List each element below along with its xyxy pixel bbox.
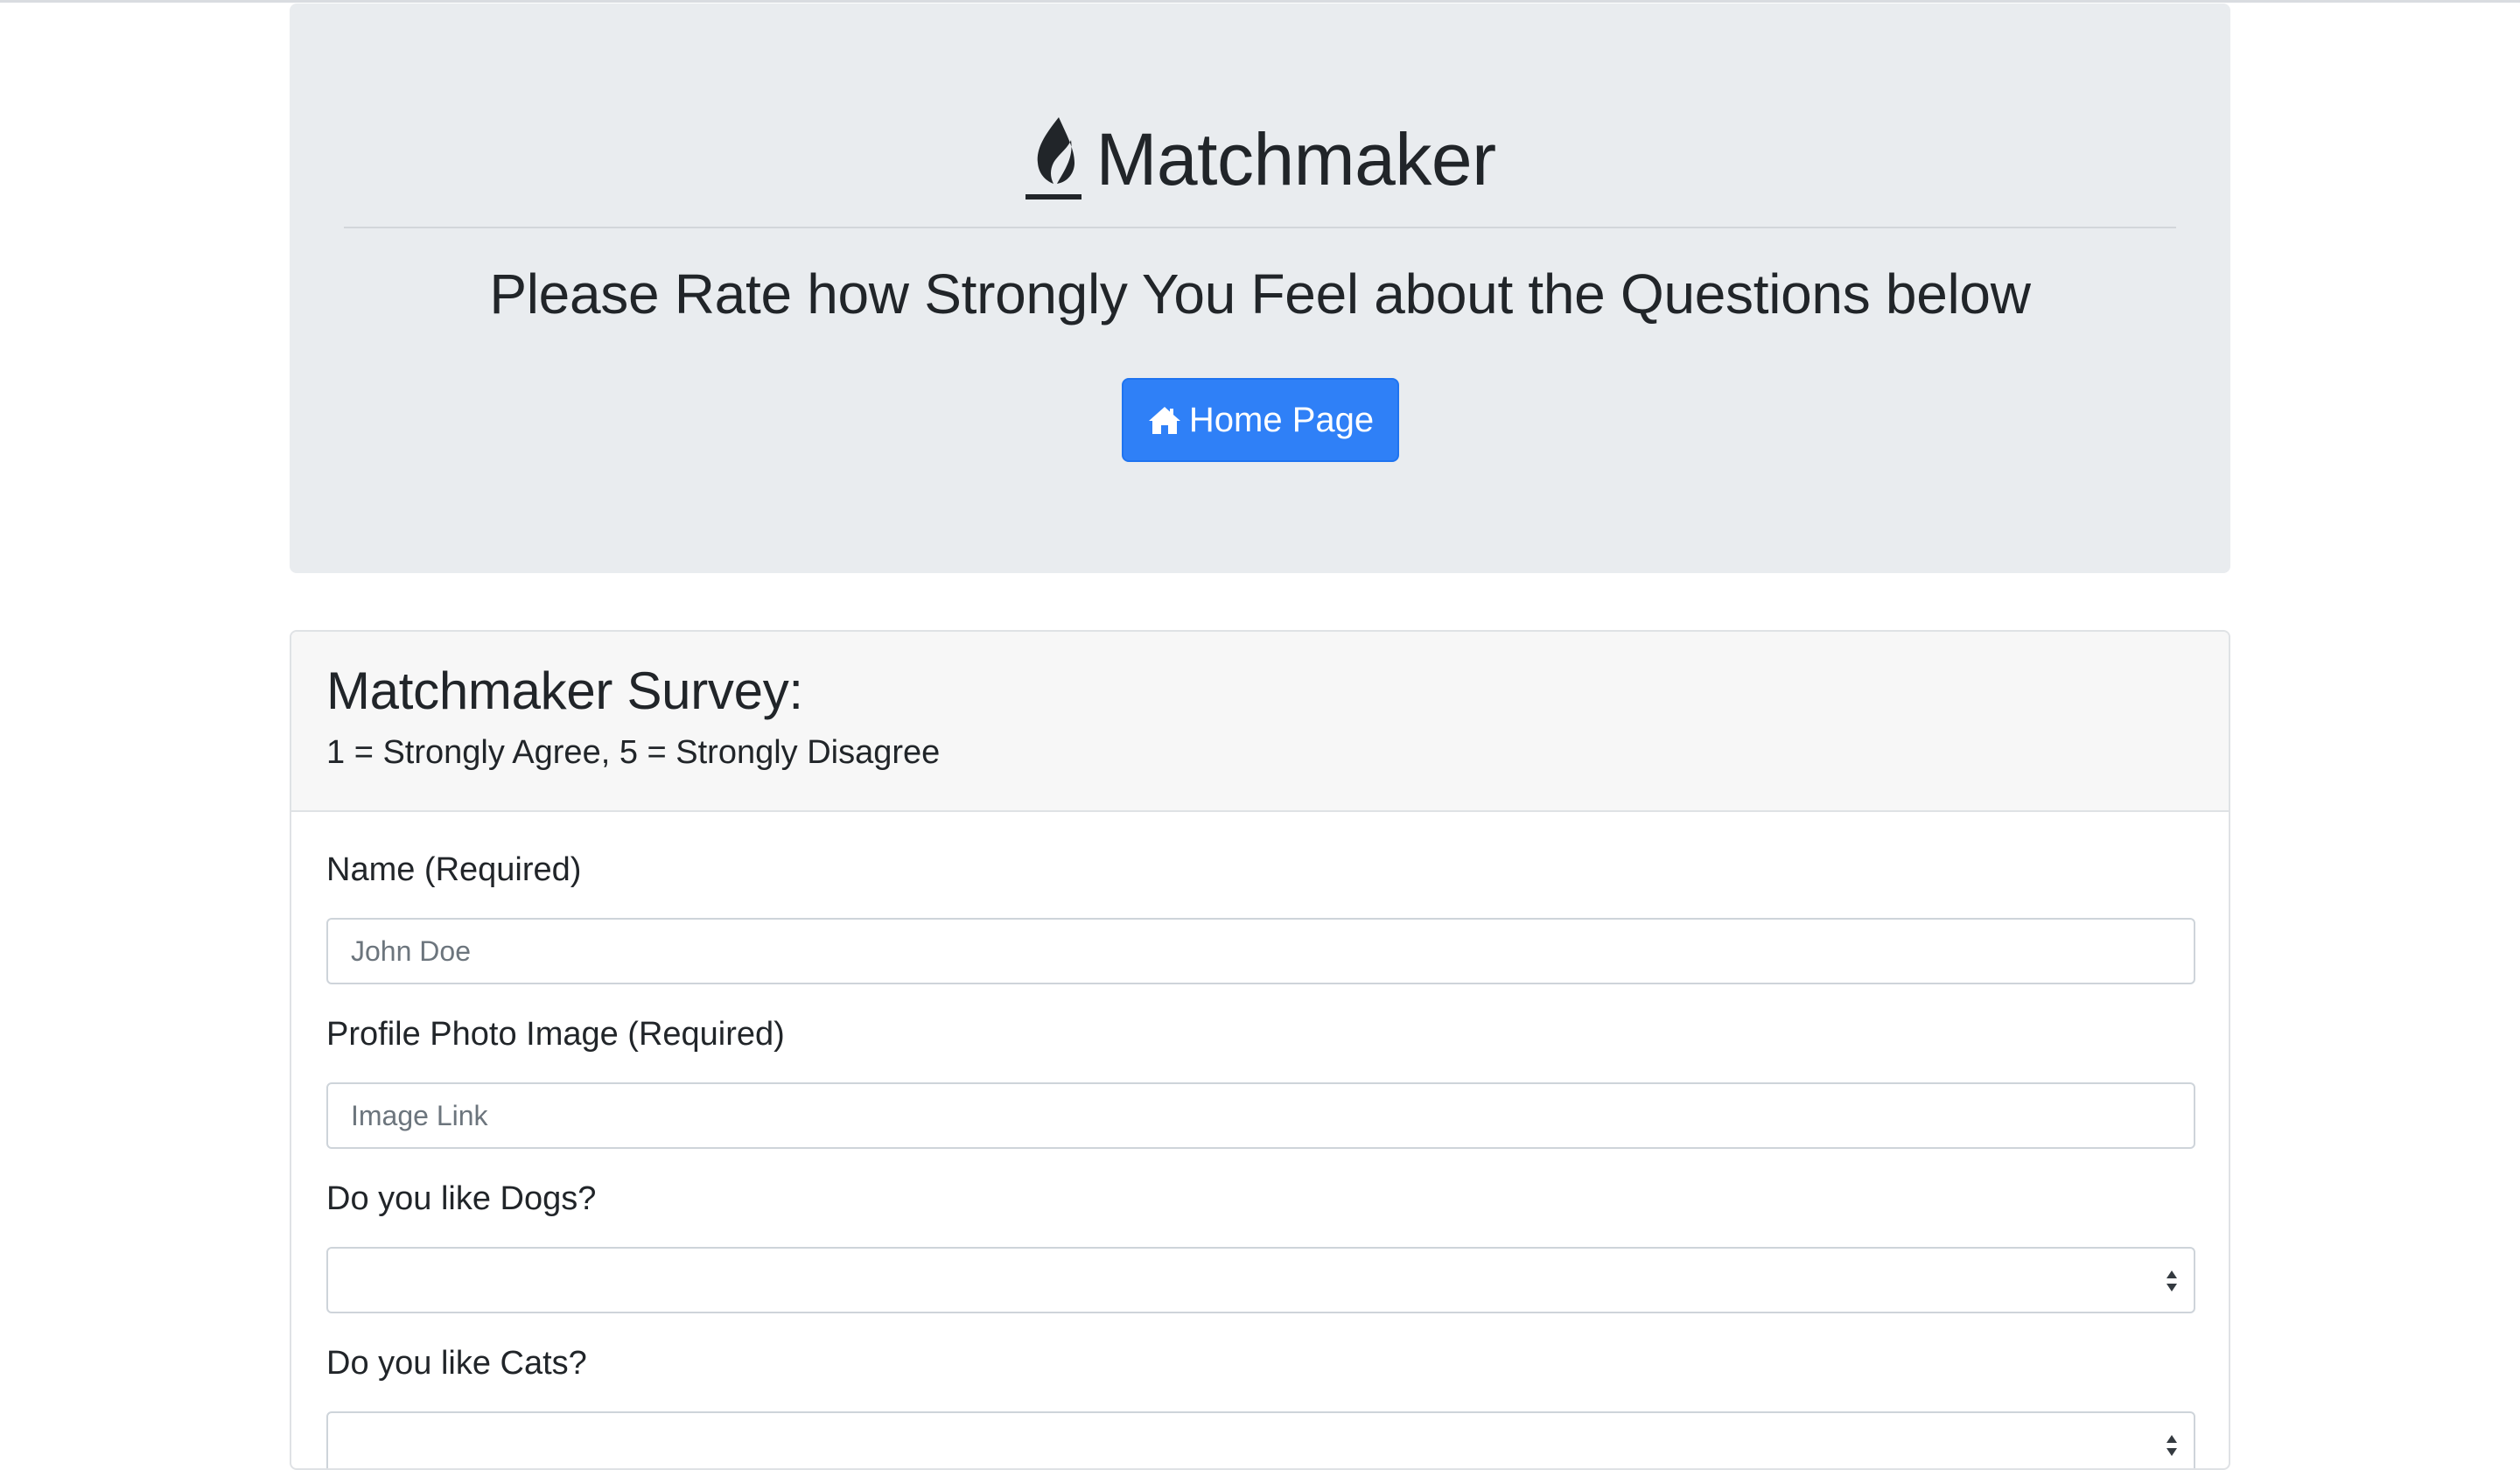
- app-title: Matchmaker: [1096, 118, 1496, 200]
- survey-card-header: Matchmaker Survey: 1 = Strongly Agree, 5…: [291, 632, 2229, 812]
- profile-photo-label: Profile Photo Image (Required): [326, 1016, 785, 1053]
- brand: Matchmaker: [290, 107, 2230, 212]
- fire-icon: [1024, 114, 1083, 205]
- survey-title: Matchmaker Survey:: [326, 662, 803, 720]
- dogs-select[interactable]: [326, 1247, 2195, 1313]
- name-label: Name (Required): [326, 851, 582, 888]
- home-icon: [1147, 404, 1182, 436]
- select-caret-icon: [2164, 1268, 2180, 1294]
- survey-legend: 1 = Strongly Agree, 5 = Strongly Disagre…: [326, 734, 941, 771]
- page-subtitle: Please Rate how Strongly You Feel about …: [489, 262, 2031, 326]
- survey-card: Matchmaker Survey: 1 = Strongly Agree, 5…: [290, 630, 2230, 1470]
- cats-question-label: Do you like Cats?: [326, 1345, 587, 1382]
- jumbotron-header: Matchmaker Please Rate how Strongly You …: [290, 4, 2230, 573]
- home-page-button-label: Home Page: [1188, 400, 1375, 439]
- header-divider: [344, 227, 2176, 228]
- home-page-button[interactable]: Home Page: [1122, 378, 1399, 462]
- profile-photo-input[interactable]: [326, 1082, 2195, 1149]
- dogs-question-label: Do you like Dogs?: [326, 1180, 597, 1217]
- name-input[interactable]: [326, 918, 2195, 984]
- select-caret-icon: [2164, 1432, 2180, 1459]
- top-border: [0, 0, 2520, 3]
- cats-select[interactable]: [326, 1411, 2195, 1468]
